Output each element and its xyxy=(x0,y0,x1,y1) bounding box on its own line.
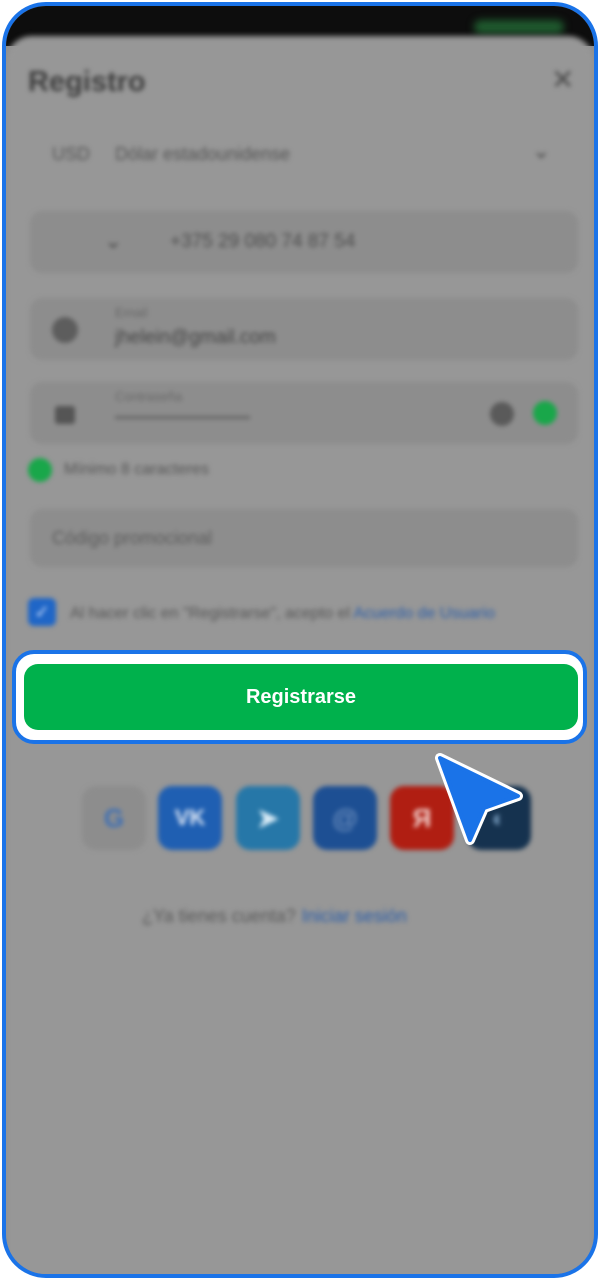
google-login-button[interactable]: G xyxy=(82,786,146,850)
password-valid-icon xyxy=(533,401,557,425)
email-label: Email xyxy=(115,305,148,320)
google-icon: G xyxy=(103,803,125,833)
currency-name: Dólar estadounidense xyxy=(115,144,291,164)
vk-icon: VK xyxy=(174,805,206,830)
chevron-down-icon: ⌄ xyxy=(532,138,551,163)
terms-checkbox[interactable]: ✓ xyxy=(28,598,56,626)
lock-icon xyxy=(55,406,75,424)
eye-icon[interactable] xyxy=(490,402,514,426)
login-question: ¿Ya tienes cuenta? xyxy=(142,906,296,926)
close-icon[interactable]: ✕ xyxy=(551,66,574,94)
mailru-login-button[interactable]: @ xyxy=(313,786,377,850)
terms-text-body: Al hacer clic en "Registrarse", acepto e… xyxy=(70,605,350,622)
check-icon xyxy=(28,458,52,482)
user-agreement-link[interactable]: Acuerdo de Usuario xyxy=(354,605,495,622)
promo-code-input[interactable]: Código promocional xyxy=(30,509,578,567)
phone-field[interactable]: ⌄ +375 29 080 74 87 54 xyxy=(30,211,578,273)
currency-select[interactable]: USD Dólar estadounidense ⌄ xyxy=(30,124,578,186)
blurred-content: Registro ✕ USD Dólar estadounidense ⌄ ⌄ … xyxy=(6,6,594,1274)
yandex-icon: Я xyxy=(412,803,432,833)
password-mask xyxy=(115,416,250,419)
email-value: jhelein@gmail.com xyxy=(115,327,276,348)
telegram-login-button[interactable]: ➤ xyxy=(236,786,300,850)
login-prompt: ¿Ya tienes cuenta? Iniciar sesión xyxy=(142,906,407,927)
promo-placeholder: Código promocional xyxy=(52,528,213,548)
telegram-icon: ➤ xyxy=(257,803,279,833)
page-title: Registro xyxy=(28,66,146,98)
mail-icon: @ xyxy=(332,803,358,833)
password-label: Contraseña xyxy=(115,389,183,404)
email-icon xyxy=(52,317,78,343)
email-field[interactable]: Email jhelein@gmail.com xyxy=(30,298,578,360)
password-field[interactable]: Contraseña xyxy=(30,382,578,444)
currency-code: USD xyxy=(52,144,91,164)
phone-number: +375 29 080 74 87 54 xyxy=(170,231,356,252)
login-link[interactable]: Iniciar sesión xyxy=(302,906,407,926)
password-rule-text: Mínimo 8 caracteres xyxy=(64,461,209,478)
country-chevron-icon[interactable]: ⌄ xyxy=(104,228,122,254)
terms-text: Al hacer clic en "Registrarse", acepto e… xyxy=(70,602,540,626)
pointer-cursor-icon xyxy=(435,753,523,845)
vk-login-button[interactable]: VK xyxy=(158,786,222,850)
register-button[interactable]: Registrarse xyxy=(24,664,578,730)
